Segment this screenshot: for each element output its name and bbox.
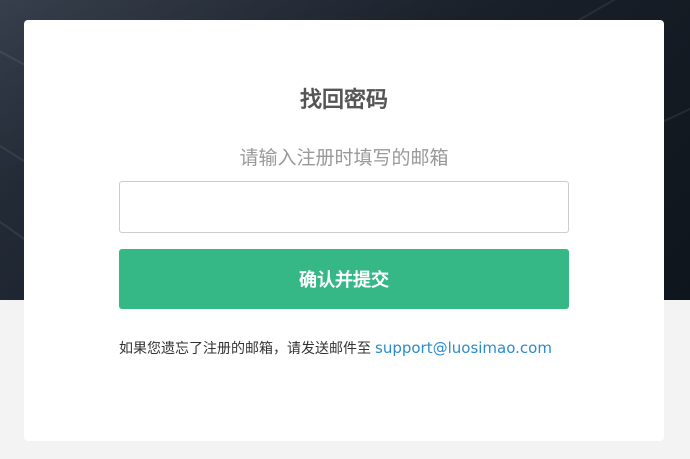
email-input[interactable] [119, 181, 569, 233]
page-title: 找回密码 [299, 88, 388, 113]
page-subtitle: 请输入注册时填写的邮箱 [239, 147, 449, 169]
submit-button[interactable]: 确认并提交 [119, 249, 569, 309]
support-note: 如果您遗忘了注册的邮箱，请发送邮件至 support@luosimao.com [119, 337, 552, 360]
support-note-text: 如果您遗忘了注册的邮箱，请发送邮件至 [119, 341, 371, 357]
password-recovery-card: 找回密码 请输入注册时填写的邮箱 确认并提交 如果您遗忘了注册的邮箱，请发送邮件… [24, 20, 664, 441]
support-email-link[interactable]: support@luosimao.com [375, 339, 552, 357]
